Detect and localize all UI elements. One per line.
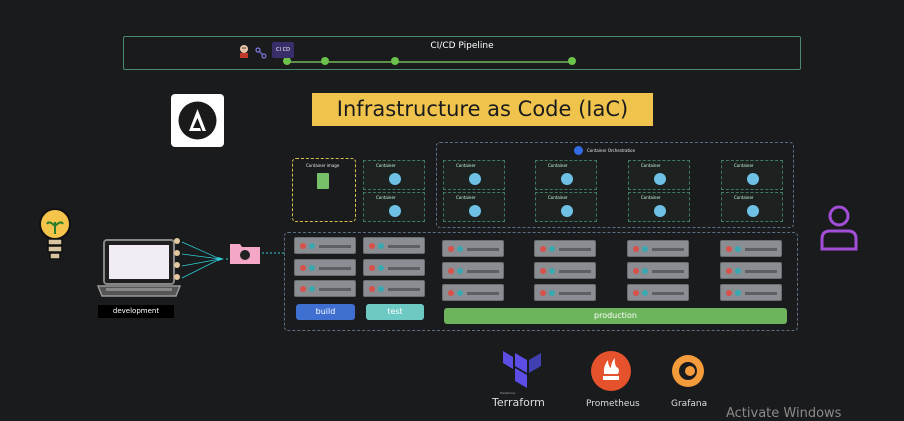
container-image-box: Container image [292, 158, 356, 222]
container-prod: Container [721, 160, 783, 190]
container-image-file-icon [317, 173, 329, 189]
server-prod [534, 240, 596, 257]
ci-cd-badge: CI CD [272, 42, 294, 58]
server-prod [442, 284, 504, 301]
kubernetes-icon [574, 146, 583, 155]
gear-icon [747, 205, 759, 217]
jenkins-icon [238, 43, 250, 58]
gear-icon [561, 205, 573, 217]
pipeline-stage-dot [391, 57, 399, 65]
git-icon [255, 44, 267, 59]
server-prod [720, 262, 782, 279]
container-prod: Container [535, 160, 597, 190]
iac-title: Infrastructure as Code (IaC) [312, 93, 653, 126]
pipeline-stage-dot [321, 57, 329, 65]
ansible-logo [171, 94, 224, 147]
container-test: Container [363, 160, 425, 190]
container-prod: Container [628, 160, 690, 190]
laptop-icon [96, 238, 182, 300]
container-prod: Container [443, 160, 505, 190]
gear-icon [469, 173, 481, 185]
cicd-pipeline-box: CI/CD Pipeline CI CD [123, 36, 801, 70]
build-environment-label: build [296, 304, 355, 320]
server-test [363, 259, 425, 276]
activate-windows-watermark: Activate Windows [726, 406, 842, 421]
pipeline-title: CI/CD Pipeline [430, 41, 494, 51]
terraform-logo [503, 351, 543, 391]
server-prod [627, 240, 689, 257]
server-build [294, 280, 356, 297]
prometheus-label: Prometheus [586, 399, 640, 409]
repo-to-servers-connector [262, 252, 286, 254]
production-environment-label: production [444, 308, 787, 324]
container-image-label: Container image [306, 163, 340, 168]
terraform-label: Terraform [492, 396, 545, 409]
server-build [294, 237, 356, 254]
pipeline-stage-dot [283, 57, 291, 65]
gear-icon [389, 173, 401, 185]
gear-icon [747, 173, 759, 185]
prometheus-logo [590, 350, 632, 392]
server-prod [534, 284, 596, 301]
container-prod: Container [535, 192, 597, 222]
server-prod [534, 262, 596, 279]
git-repository-folder-icon [229, 241, 261, 265]
test-environment-label: test [366, 304, 424, 320]
server-prod [442, 240, 504, 257]
server-prod [627, 284, 689, 301]
server-build [294, 259, 356, 276]
server-prod [720, 240, 782, 257]
container-prod: Container [443, 192, 505, 222]
container-prod: Container [721, 192, 783, 222]
server-test [363, 237, 425, 254]
container-prod: Container [628, 192, 690, 222]
pipeline-stage-dot [568, 57, 576, 65]
server-prod [442, 262, 504, 279]
development-label: development [98, 305, 174, 318]
gear-icon [654, 205, 666, 217]
dev-to-repo-connector [181, 241, 234, 279]
grafana-logo [667, 350, 709, 392]
user-icon [818, 203, 860, 251]
grafana-label: Grafana [671, 399, 708, 409]
server-test [363, 280, 425, 297]
server-prod [720, 284, 782, 301]
gear-icon [469, 205, 481, 217]
hashicorp-label: HashiCorp [500, 391, 516, 395]
gear-icon [654, 173, 666, 185]
gear-icon [389, 205, 401, 217]
lightbulb-icon [37, 206, 73, 264]
gear-icon [561, 173, 573, 185]
server-prod [627, 262, 689, 279]
container-test: Container [363, 192, 425, 222]
orchestration-label: Container Orchestration [587, 148, 636, 153]
